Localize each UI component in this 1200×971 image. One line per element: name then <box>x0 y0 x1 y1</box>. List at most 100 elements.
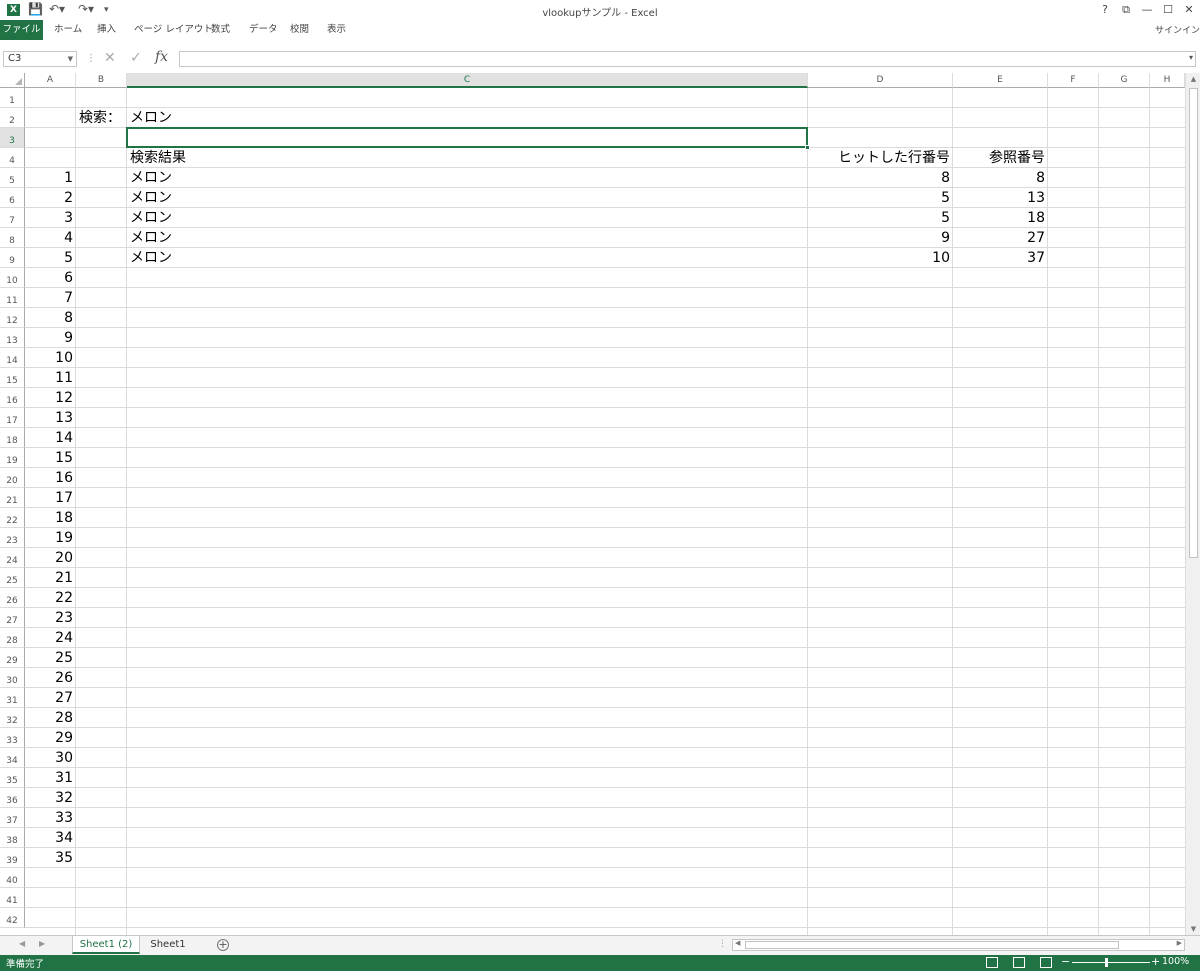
tab-formulas[interactable]: 数式 <box>211 20 230 40</box>
drag-handle-icon[interactable]: ⋮ <box>86 53 96 64</box>
name-box[interactable]: C3 ▼ <box>3 51 77 67</box>
cell-a9[interactable]: 5 <box>25 248 76 268</box>
scroll-left-icon[interactable]: ◀ <box>735 939 740 947</box>
row-header-5[interactable]: 5 <box>0 168 25 188</box>
row-header-34[interactable]: 34 <box>0 748 25 768</box>
maximize-icon[interactable]: ☐ <box>1161 3 1175 16</box>
scroll-up-icon[interactable]: ▲ <box>1186 75 1200 83</box>
cell-e9[interactable]: 37 <box>953 248 1048 268</box>
row-header-35[interactable]: 35 <box>0 768 25 788</box>
row-header-23[interactable]: 23 <box>0 528 25 548</box>
undo-icon[interactable]: ↶▾ <box>49 2 65 16</box>
row-header-30[interactable]: 30 <box>0 668 25 688</box>
cell-a19[interactable]: 15 <box>25 448 76 468</box>
cell-d7[interactable]: 5 <box>808 208 953 228</box>
tab-review[interactable]: 校閲 <box>290 20 309 40</box>
customize-quick-access-icon[interactable]: ▾ <box>104 5 109 15</box>
ribbon-display-options-icon[interactable]: ⧉ <box>1119 3 1133 17</box>
active-cell-selection[interactable] <box>126 127 810 150</box>
cell-a16[interactable]: 12 <box>25 388 76 408</box>
row-header-16[interactable]: 16 <box>0 388 25 408</box>
cell-a39[interactable]: 35 <box>25 848 76 868</box>
save-icon[interactable]: 💾 <box>28 2 43 16</box>
vertical-scrollbar[interactable]: ▲ ▼ <box>1185 73 1200 935</box>
cell-c2[interactable]: メロン <box>127 108 808 128</box>
tab-page-layout[interactable]: ページ レイアウト <box>134 20 213 40</box>
cell-a30[interactable]: 26 <box>25 668 76 688</box>
cell-a24[interactable]: 20 <box>25 548 76 568</box>
cell-a32[interactable]: 28 <box>25 708 76 728</box>
row-header-37[interactable]: 37 <box>0 808 25 828</box>
row-header-36[interactable]: 36 <box>0 788 25 808</box>
tab-view[interactable]: 表示 <box>327 20 346 40</box>
scroll-down-icon[interactable]: ▼ <box>1186 925 1200 933</box>
row-header-33[interactable]: 33 <box>0 728 25 748</box>
row-header-4[interactable]: 4 <box>0 148 25 168</box>
cell-e7[interactable]: 18 <box>953 208 1048 228</box>
row-header-40[interactable]: 40 <box>0 868 25 888</box>
cell-a37[interactable]: 33 <box>25 808 76 828</box>
cell-a25[interactable]: 21 <box>25 568 76 588</box>
redo-icon[interactable]: ↷▾ <box>78 2 94 16</box>
cell-a33[interactable]: 29 <box>25 728 76 748</box>
cell-a18[interactable]: 14 <box>25 428 76 448</box>
vertical-scroll-thumb[interactable] <box>1189 88 1198 558</box>
select-all-corner[interactable] <box>0 73 25 88</box>
cell-e8[interactable]: 27 <box>953 228 1048 248</box>
close-icon[interactable]: ✕ <box>1182 3 1196 16</box>
tab-file[interactable]: ファイル <box>0 20 43 40</box>
cell-a29[interactable]: 25 <box>25 648 76 668</box>
column-header-d[interactable]: D <box>808 73 953 88</box>
row-header-13[interactable]: 13 <box>0 328 25 348</box>
horizontal-scroll-thumb[interactable] <box>745 941 1119 949</box>
scroll-right-icon[interactable]: ▶ <box>1177 939 1182 947</box>
row-header-3[interactable]: 3 <box>0 128 25 148</box>
column-header-b[interactable]: B <box>76 73 127 88</box>
row-header-39[interactable]: 39 <box>0 848 25 868</box>
row-header-7[interactable]: 7 <box>0 208 25 228</box>
row-header-32[interactable]: 32 <box>0 708 25 728</box>
zoom-slider-knob[interactable] <box>1105 958 1108 967</box>
row-header-6[interactable]: 6 <box>0 188 25 208</box>
column-header-g[interactable]: G <box>1099 73 1150 88</box>
cell-a22[interactable]: 18 <box>25 508 76 528</box>
page-break-view-icon[interactable] <box>1040 957 1052 968</box>
sheet-tab-sheet1-2[interactable]: Sheet1 (2) <box>72 936 140 954</box>
minimize-icon[interactable]: — <box>1140 3 1154 16</box>
cell-c7[interactable]: メロン <box>127 208 808 228</box>
add-sheet-button[interactable]: + <box>217 939 229 951</box>
row-header-15[interactable]: 15 <box>0 368 25 388</box>
row-header-41[interactable]: 41 <box>0 888 25 908</box>
cell-a34[interactable]: 30 <box>25 748 76 768</box>
insert-function-button[interactable]: fx <box>155 49 168 65</box>
cell-c6[interactable]: メロン <box>127 188 808 208</box>
row-header-42[interactable]: 42 <box>0 908 25 928</box>
cell-a13[interactable]: 9 <box>25 328 76 348</box>
cell-a6[interactable]: 2 <box>25 188 76 208</box>
help-icon[interactable]: ? <box>1098 3 1112 16</box>
cell-a35[interactable]: 31 <box>25 768 76 788</box>
column-header-h[interactable]: H <box>1150 73 1185 88</box>
row-header-12[interactable]: 12 <box>0 308 25 328</box>
formula-input[interactable]: ▾ <box>179 51 1196 67</box>
row-header-20[interactable]: 20 <box>0 468 25 488</box>
cell-a28[interactable]: 24 <box>25 628 76 648</box>
cell-a27[interactable]: 23 <box>25 608 76 628</box>
cell-c5[interactable]: メロン <box>127 168 808 188</box>
cell-c9[interactable]: メロン <box>127 248 808 268</box>
splitter-handle-icon[interactable]: ⋮ <box>718 939 727 949</box>
zoom-level[interactable]: 100% <box>1162 956 1189 967</box>
row-header-14[interactable]: 14 <box>0 348 25 368</box>
cell-a36[interactable]: 32 <box>25 788 76 808</box>
cell-c4[interactable]: 検索結果 <box>127 148 808 168</box>
cell-a31[interactable]: 27 <box>25 688 76 708</box>
row-header-31[interactable]: 31 <box>0 688 25 708</box>
prev-sheet-icon[interactable]: ◀ <box>19 939 25 948</box>
cell-a21[interactable]: 17 <box>25 488 76 508</box>
cell-a10[interactable]: 6 <box>25 268 76 288</box>
cell-d9[interactable]: 10 <box>808 248 953 268</box>
cell-a11[interactable]: 7 <box>25 288 76 308</box>
tab-home[interactable]: ホーム <box>54 20 82 40</box>
sheet-tab-sheet1[interactable]: Sheet1 <box>142 936 194 954</box>
cell-d8[interactable]: 9 <box>808 228 953 248</box>
